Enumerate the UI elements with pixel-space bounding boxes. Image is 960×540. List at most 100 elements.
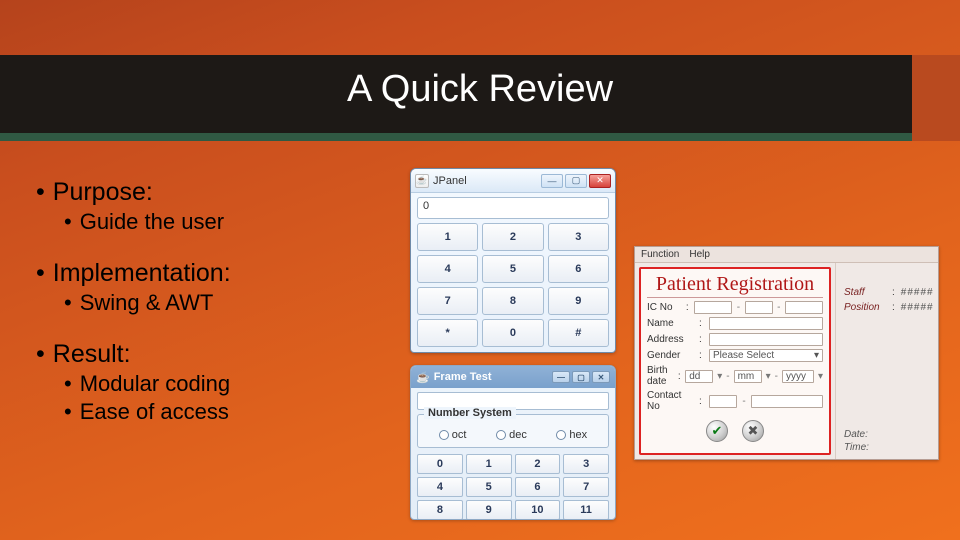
radio-icon: [556, 430, 566, 440]
java-icon: ☕: [415, 174, 429, 188]
num-cell[interactable]: 7: [563, 477, 609, 497]
birth-mm[interactable]: mm: [734, 370, 762, 383]
num-cell[interactable]: 2: [515, 454, 561, 474]
info-position: Position: #####: [844, 302, 934, 313]
num-cell[interactable]: 6: [515, 477, 561, 497]
num-cell[interactable]: 1: [466, 454, 512, 474]
frametest-title: Frame Test: [434, 371, 492, 383]
calculator-keypad: 1 2 3 4 5 6 7 8 9 * 0 #: [411, 223, 615, 353]
maximize-button[interactable]: ▢: [572, 371, 590, 383]
row-contact: Contact No: -: [647, 390, 823, 412]
key-6[interactable]: 6: [548, 255, 609, 283]
key-4[interactable]: 4: [417, 255, 478, 283]
patient-form: Patient Registration IC No: - - Name:: [639, 267, 831, 455]
radio-dec[interactable]: dec: [496, 429, 527, 441]
key-2[interactable]: 2: [482, 223, 543, 251]
slide-background: A Quick Review •Purpose: •Guide the user…: [0, 0, 960, 540]
staff-value: #####: [901, 287, 934, 298]
bullet-result-sub-a-text: Modular coding: [80, 371, 230, 397]
row-birth: Birth date: dd ▾- mm ▾- yyyy ▾: [647, 365, 823, 387]
patient-menubar: Function Help: [635, 247, 938, 263]
row-address: Address:: [647, 333, 823, 346]
ic-field-3[interactable]: [785, 301, 823, 314]
bullet-result-sub-a: •Modular coding: [64, 371, 396, 397]
num-cell[interactable]: 0: [417, 454, 463, 474]
birth-yyyy-val: yyyy: [786, 371, 806, 382]
ic-field-1[interactable]: [694, 301, 732, 314]
menu-function[interactable]: Function: [641, 249, 679, 260]
gender-value: Please Select: [713, 350, 774, 361]
label-ic: IC No: [647, 302, 682, 313]
frametest-window: ☕ Frame Test — ▢ ✕ Number System oct dec…: [410, 365, 616, 520]
key-star[interactable]: *: [417, 319, 478, 347]
bullet-impl-sub: •Swing & AWT: [64, 290, 396, 316]
label-address: Address: [647, 334, 695, 345]
key-hash[interactable]: #: [548, 319, 609, 347]
label-gender: Gender: [647, 350, 695, 361]
bullet-impl: •Implementation:: [36, 259, 396, 288]
radio-icon: [439, 430, 449, 440]
contact-field-1[interactable]: [709, 395, 737, 408]
num-cell[interactable]: 10: [515, 500, 561, 520]
num-cell[interactable]: 4: [417, 477, 463, 497]
row-gender: Gender: Please Select▾: [647, 349, 823, 362]
birth-dd[interactable]: dd: [685, 370, 713, 383]
name-field[interactable]: [709, 317, 823, 330]
position-value: #####: [901, 302, 934, 313]
patient-window: Function Help Patient Registration IC No…: [634, 246, 939, 460]
label-time: Time:: [844, 442, 934, 453]
bullet-purpose-sub-text: Guide the user: [80, 209, 224, 235]
bullet-result-sub-b-text: Ease of access: [80, 399, 229, 425]
num-cell[interactable]: 11: [563, 500, 609, 520]
bullet-purpose: •Purpose:: [36, 178, 396, 207]
cancel-button[interactable]: ✖: [742, 420, 764, 442]
birth-yyyy[interactable]: yyyy: [782, 370, 814, 383]
num-cell[interactable]: 3: [563, 454, 609, 474]
radio-oct[interactable]: oct: [439, 429, 467, 441]
menu-help[interactable]: Help: [689, 249, 710, 260]
maximize-button[interactable]: ▢: [565, 174, 587, 188]
bullet-purpose-text: Purpose:: [53, 178, 153, 207]
number-grid: 0 1 2 3 4 5 6 7 8 9 10 11 12 13 14 15: [411, 450, 615, 520]
birth-mm-val: mm: [738, 371, 755, 382]
chevron-down-icon: ▾: [814, 350, 819, 361]
key-3[interactable]: 3: [548, 223, 609, 251]
confirm-button[interactable]: ✔: [706, 420, 728, 442]
bullet-impl-text: Implementation:: [53, 259, 231, 288]
patient-heading: Patient Registration: [647, 273, 823, 298]
radio-dec-label: dec: [509, 429, 527, 441]
key-9[interactable]: 9: [548, 287, 609, 315]
key-0[interactable]: 0: [482, 319, 543, 347]
calculator-title: JPanel: [433, 175, 467, 187]
num-cell[interactable]: 9: [466, 500, 512, 520]
birth-dd-val: dd: [689, 371, 700, 382]
key-5[interactable]: 5: [482, 255, 543, 283]
contact-field-2[interactable]: [751, 395, 823, 408]
key-1[interactable]: 1: [417, 223, 478, 251]
num-cell[interactable]: 5: [466, 477, 512, 497]
address-field[interactable]: [709, 333, 823, 346]
java-icon: ☕: [416, 371, 430, 384]
label-birth: Birth date: [647, 365, 674, 387]
key-7[interactable]: 7: [417, 287, 478, 315]
radio-hex[interactable]: hex: [556, 429, 587, 441]
label-contact: Contact No: [647, 390, 695, 412]
calculator-window: ☕ JPanel — ▢ ✕ 0 1 2 3 4 5 6 7 8 9 *: [410, 168, 616, 353]
chevron-down-icon: ▾: [717, 371, 722, 382]
key-8[interactable]: 8: [482, 287, 543, 315]
label-position: Position: [844, 302, 886, 313]
row-ic: IC No: - -: [647, 301, 823, 314]
ic-field-2[interactable]: [745, 301, 773, 314]
minimize-button[interactable]: —: [541, 174, 563, 188]
bullet-purpose-sub: •Guide the user: [64, 209, 396, 235]
row-name: Name:: [647, 317, 823, 330]
group-legend: Number System: [424, 407, 516, 419]
close-button[interactable]: ✕: [592, 371, 610, 383]
num-cell[interactable]: 8: [417, 500, 463, 520]
minimize-button[interactable]: —: [552, 371, 570, 383]
frametest-titlebar: ☕ Frame Test — ▢ ✕: [411, 366, 615, 388]
patient-left-pane: Patient Registration IC No: - - Name:: [635, 263, 835, 459]
close-button[interactable]: ✕: [589, 174, 611, 188]
gender-select[interactable]: Please Select ▾: [709, 349, 823, 362]
info-staff: Staff: #####: [844, 287, 934, 298]
